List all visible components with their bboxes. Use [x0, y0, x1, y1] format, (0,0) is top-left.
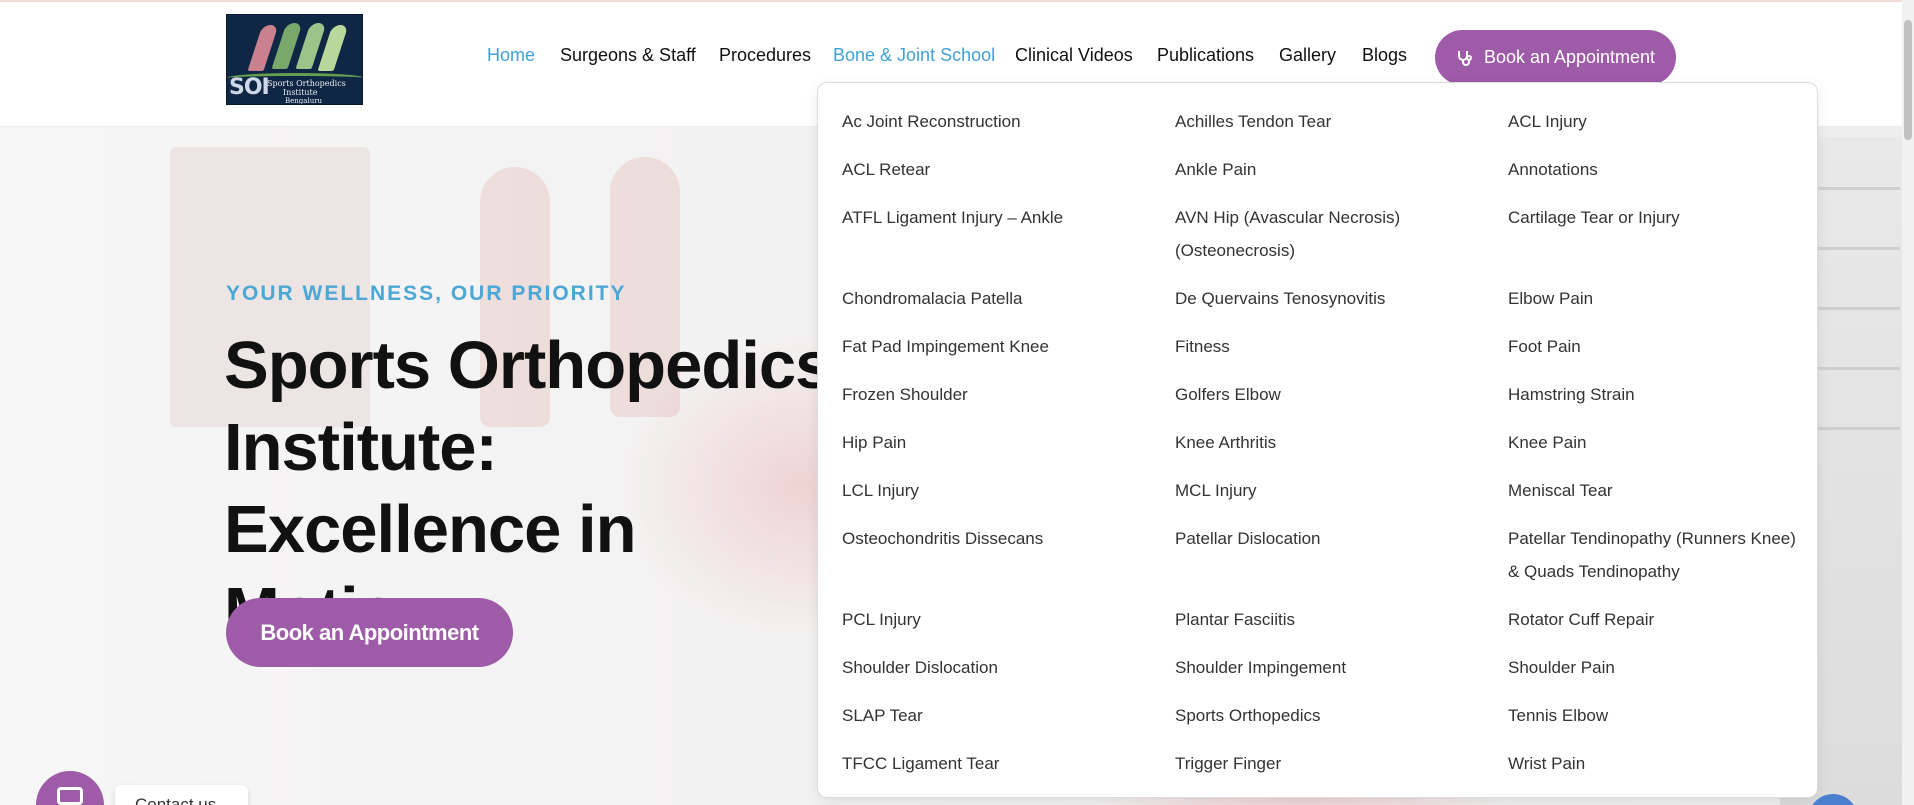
stethoscope-icon [1457, 50, 1472, 66]
chat-icon [57, 787, 83, 805]
dropdown-item[interactable]: SLAP Tear [842, 699, 1132, 732]
dropdown-item[interactable]: Shoulder Impingement [1175, 651, 1465, 684]
nav-clinical-videos[interactable]: Clinical Videos [1015, 45, 1133, 66]
nav-blogs[interactable]: Blogs [1362, 45, 1407, 66]
dropdown-item[interactable]: Foot Pain [1508, 330, 1798, 363]
bone-joint-school-dropdown: Ac Joint Reconstruction ACL Retear ATFL … [817, 82, 1818, 798]
dropdown-item[interactable]: Hamstring Strain [1508, 378, 1798, 411]
dropdown-item[interactable]: Sports Orthopedics [1175, 699, 1465, 732]
dropdown-item[interactable]: Rotator Cuff Repair [1508, 603, 1798, 636]
nav-gallery[interactable]: Gallery [1279, 45, 1336, 66]
dropdown-item[interactable]: De Quervains Tenosynovitis [1175, 282, 1465, 315]
dropdown-item[interactable]: LCL Injury [842, 474, 1132, 507]
scrollbar-thumb[interactable] [1904, 20, 1912, 140]
dropdown-item[interactable]: Knee Pain [1508, 426, 1798, 459]
dropdown-item[interactable]: Cartilage Tear or Injury [1508, 201, 1798, 234]
page-scrollbar[interactable] [1902, 0, 1914, 805]
book-appointment-nav-label: Book an Appointment [1483, 47, 1656, 67]
dropdown-item[interactable]: Wrist Pain [1508, 747, 1798, 780]
dropdown-item[interactable]: Ankle Pain [1175, 153, 1465, 186]
dropdown-item[interactable]: Fitness [1175, 330, 1465, 363]
dropdown-item[interactable]: Meniscal Tear [1508, 474, 1798, 507]
book-appointment-hero-button[interactable]: Book an Appointment [226, 598, 513, 667]
dropdown-item[interactable]: Achilles Tendon Tear [1175, 105, 1465, 138]
nav-procedures[interactable]: Procedures [719, 45, 811, 66]
hero-tagline: YOUR WELLNESS, OUR PRIORITY [226, 282, 627, 305]
dropdown-item[interactable]: AVN Hip (Avascular Necrosis) (Osteonecro… [1175, 201, 1465, 267]
dropdown-item[interactable]: Fat Pad Impingement Knee [842, 330, 1132, 363]
dropdown-item[interactable]: PCL Injury [842, 603, 1132, 636]
dropdown-item[interactable]: Shoulder Pain [1508, 651, 1798, 684]
dropdown-item[interactable]: Annotations [1508, 153, 1798, 186]
nav-bone-joint-school[interactable]: Bone & Joint School [833, 45, 995, 66]
book-appointment-nav-button[interactable]: Book an Appointment [1435, 30, 1676, 85]
dropdown-item[interactable]: Osteochondritis Dissecans [842, 522, 1132, 555]
dropdown-item[interactable]: Trigger Finger [1175, 747, 1465, 780]
contact-us-label[interactable]: Contact us [115, 785, 248, 805]
dropdown-item[interactable]: Patellar Tendinopathy (Runners Knee) & Q… [1508, 522, 1798, 588]
nav-surgeons-staff[interactable]: Surgeons & Staff [560, 45, 696, 66]
dropdown-item[interactable]: Hip Pain [842, 426, 1132, 459]
dropdown-item[interactable]: Golfers Elbow [1175, 378, 1465, 411]
nav-publications[interactable]: Publications [1157, 45, 1254, 66]
dropdown-item[interactable]: TFCC Ligament Tear [842, 747, 1132, 780]
dropdown-item[interactable]: ACL Retear [842, 153, 1132, 186]
dropdown-item[interactable]: ACL Injury [1508, 105, 1798, 138]
dropdown-item[interactable]: MCL Injury [1175, 474, 1465, 507]
nav-home[interactable]: Home [487, 45, 535, 66]
dropdown-item[interactable]: Plantar Fasciitis [1175, 603, 1465, 636]
dropdown-item[interactable]: Shoulder Dislocation [842, 651, 1132, 684]
dropdown-item[interactable]: Tennis Elbow [1508, 699, 1798, 732]
dropdown-item[interactable]: Ac Joint Reconstruction [842, 105, 1132, 138]
dropdown-item[interactable]: ATFL Ligament Injury – Ankle [842, 201, 1132, 234]
dropdown-item[interactable]: Frozen Shoulder [842, 378, 1132, 411]
dropdown-item[interactable]: Patellar Dislocation [1175, 522, 1465, 555]
dropdown-item[interactable]: Chondromalacia Patella [842, 282, 1132, 315]
dropdown-item[interactable]: Elbow Pain [1508, 282, 1798, 315]
dropdown-item[interactable]: Knee Arthritis [1175, 426, 1465, 459]
